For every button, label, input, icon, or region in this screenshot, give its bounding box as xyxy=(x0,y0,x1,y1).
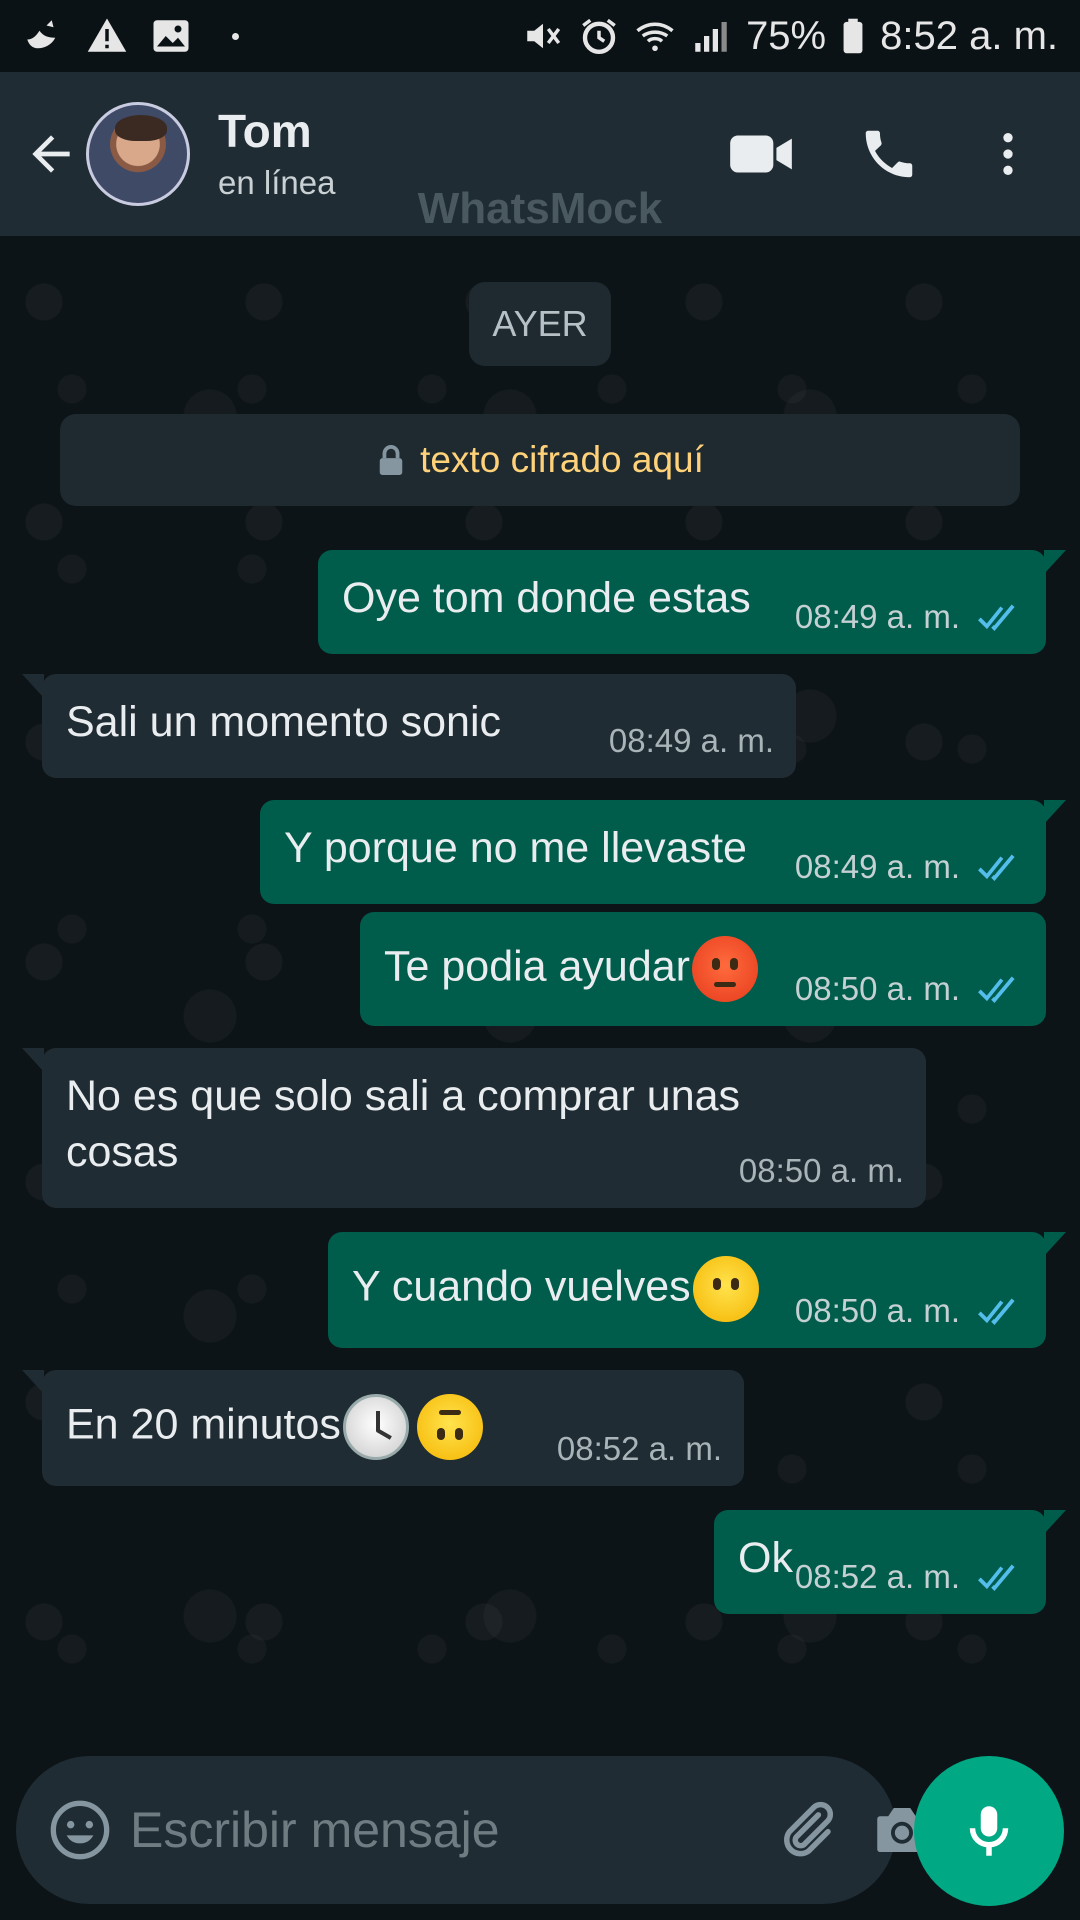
message-meta: 08:50 a. m. xyxy=(795,970,1024,1008)
bird-notification-icon xyxy=(22,15,64,57)
message-bubble-outgoing[interactable]: Y porque no me llevaste 08:49 a. m. xyxy=(260,800,1066,904)
message-content: Te podia ayudar xyxy=(384,936,758,1002)
lock-icon xyxy=(379,445,403,475)
message-meta: 08:49 a. m. xyxy=(795,598,1024,636)
chat-area[interactable]: AYER texto cifrado aquí Oye tom donde es… xyxy=(0,236,1080,1766)
message-text-line-2: cosas xyxy=(66,1128,179,1176)
mic-icon xyxy=(969,1806,1009,1856)
message-time: 08:49 a. m. xyxy=(608,722,774,759)
message-time: 08:50 a. m. xyxy=(794,970,960,1007)
voice-record-button[interactable] xyxy=(914,1756,1064,1906)
status-left-icons xyxy=(22,15,239,57)
message-meta: 08:52 a. m. xyxy=(795,1558,1024,1596)
message-text: En 20 minutos xyxy=(66,1400,341,1449)
message-time: 08:49 a. m. xyxy=(794,598,960,635)
message-meta: 08:49 a. m. xyxy=(795,848,1024,886)
message-bubble-incoming[interactable]: En 20 minutos 08:52 a. m. xyxy=(22,1370,744,1486)
message-time: 08:49 a. m. xyxy=(794,848,960,885)
battery-icon xyxy=(840,15,866,57)
read-receipt-icon xyxy=(978,854,1015,882)
message-meta: 08:50 a. m. xyxy=(795,1292,1024,1330)
read-receipt-icon xyxy=(978,976,1015,1004)
message-text-line-1: No es que solo sali a comprar unas xyxy=(66,1072,741,1120)
voice-call-button[interactable] xyxy=(858,123,920,185)
attach-icon xyxy=(784,1801,834,1857)
read-receipt-icon xyxy=(978,1564,1015,1592)
message-bubble-incoming[interactable]: Sali un momento sonic 08:49 a. m. xyxy=(22,674,796,778)
more-options-button[interactable] xyxy=(980,126,1036,182)
message-text: Sali un momento sonic xyxy=(66,698,501,746)
status-bar: 75% 8:52 a. m. xyxy=(0,0,1080,72)
clock-emoji xyxy=(342,1394,409,1460)
battery-level: 75% xyxy=(746,13,827,58)
emoji-icon xyxy=(50,1800,110,1860)
message-text: Oye tom donde estas xyxy=(342,574,751,622)
encryption-notice[interactable]: texto cifrado aquí xyxy=(60,414,1020,506)
message-bubble-incoming[interactable]: No es que solo sali a comprar unas cosas… xyxy=(22,1048,926,1208)
more-options-icon xyxy=(1003,133,1013,175)
message-meta: 08:49 a. m. xyxy=(609,722,774,760)
encryption-text: texto cifrado aquí xyxy=(420,439,704,480)
contact-status: en línea xyxy=(218,164,336,202)
chat-header: Tom en línea WhatsMock xyxy=(0,72,1080,236)
message-content: En 20 minutos xyxy=(66,1394,483,1460)
message-time: 08:50 a. m. xyxy=(794,1292,960,1329)
upside-down-face-emoji xyxy=(416,1394,483,1460)
message-text: Ok xyxy=(738,1534,793,1582)
alarm-icon xyxy=(578,15,620,57)
message-meta: 08:52 a. m. xyxy=(557,1430,722,1468)
message-bubble-outgoing[interactable]: Ok 08:52 a. m. xyxy=(714,1510,1066,1614)
message-text: Te podia ayudar xyxy=(384,942,690,991)
message-time: 08:52 a. m. xyxy=(794,1558,960,1595)
signal-icon xyxy=(690,15,732,57)
message-bubble-outgoing[interactable]: Y cuando vuelves 08:50 a. m. xyxy=(328,1232,1066,1348)
message-bubble-outgoing[interactable]: Oye tom donde estas 08:49 a. m. xyxy=(318,550,1066,654)
message-time: 08:50 a. m. xyxy=(738,1152,904,1189)
emoji-button[interactable] xyxy=(48,1798,112,1862)
avatar[interactable] xyxy=(86,102,190,206)
date-chip: AYER xyxy=(469,282,611,366)
image-icon xyxy=(150,15,192,57)
status-dot xyxy=(232,32,239,40)
message-time: 08:52 a. m. xyxy=(556,1430,722,1467)
read-receipt-icon xyxy=(978,604,1015,632)
back-arrow-icon xyxy=(32,135,70,173)
attach-button[interactable] xyxy=(773,1793,839,1867)
message-text: Y porque no me llevaste xyxy=(284,824,747,872)
mute-icon xyxy=(522,15,564,57)
contact-info[interactable]: Tom en línea xyxy=(218,106,335,203)
message-composer xyxy=(16,1756,927,1904)
message-input[interactable] xyxy=(130,1801,773,1859)
header-actions xyxy=(724,117,1036,191)
status-right: 75% 8:52 a. m. xyxy=(522,14,1058,59)
clock-time: 8:52 a. m. xyxy=(880,13,1058,58)
video-call-button[interactable] xyxy=(724,117,798,191)
message-bubble-outgoing[interactable]: Te podia ayudar 08:50 a. m. xyxy=(360,912,1046,1026)
message-content: Y cuando vuelves xyxy=(352,1256,759,1322)
read-receipt-icon xyxy=(978,1298,1015,1326)
message-text: Y cuando vuelves xyxy=(352,1262,691,1311)
angry-face-emoji xyxy=(692,936,758,1002)
wifi-icon xyxy=(634,15,676,57)
warning-icon xyxy=(86,15,128,57)
phone-icon xyxy=(865,130,913,178)
video-call-icon xyxy=(730,135,792,173)
message-meta: 08:50 a. m. xyxy=(739,1152,904,1190)
face-without-mouth-emoji xyxy=(692,1256,759,1322)
contact-name: Tom xyxy=(218,104,312,157)
back-button[interactable] xyxy=(20,123,82,185)
